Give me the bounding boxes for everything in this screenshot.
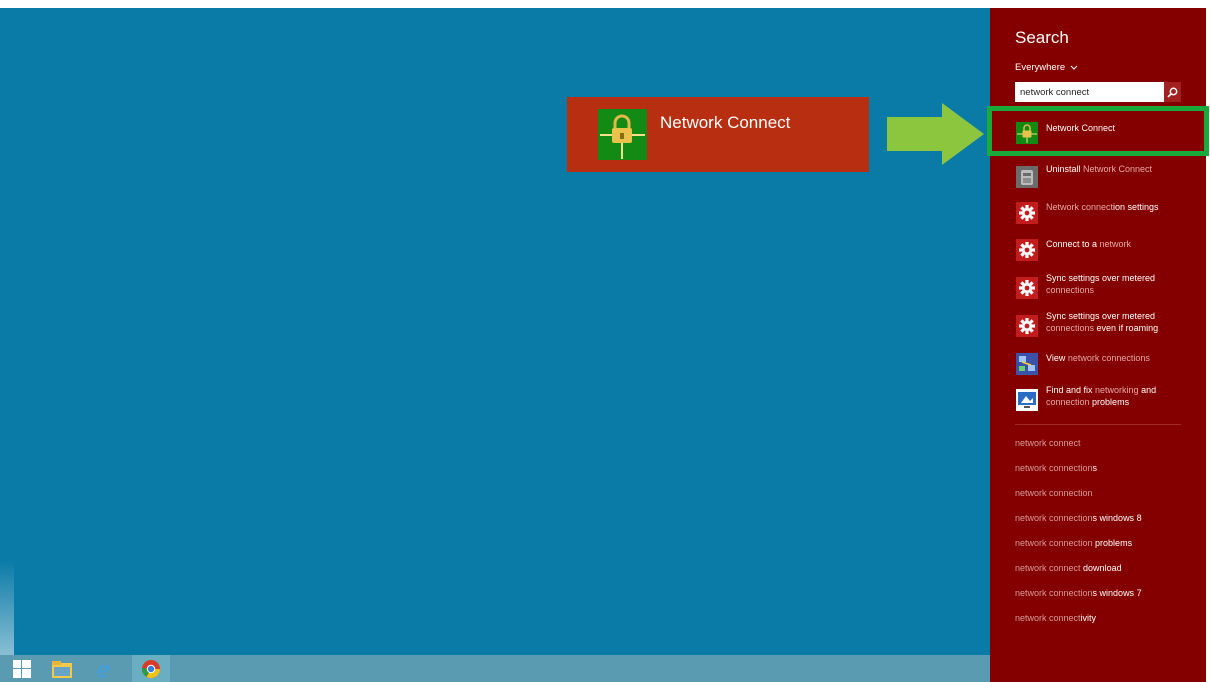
search-suggestion[interactable]: network connectivity xyxy=(1015,613,1096,623)
windows-start-icon[interactable] xyxy=(4,655,40,682)
arrow-icon xyxy=(887,103,984,165)
search-result-label: Find and fix networking and connection p… xyxy=(1046,385,1157,407)
internet-explorer-icon[interactable]: e xyxy=(88,655,124,682)
gear-icon xyxy=(1016,202,1038,224)
search-result-item[interactable]: Connect to a network xyxy=(990,232,1206,268)
panel-title: Search xyxy=(1015,28,1069,47)
network-view-icon xyxy=(1016,353,1038,375)
troubleshoot-icon xyxy=(1016,389,1038,411)
search-suggestion[interactable]: network connection xyxy=(1015,488,1093,498)
svg-text:e: e xyxy=(97,658,110,680)
search-suggestion[interactable]: network connections xyxy=(1015,463,1097,473)
search-button[interactable] xyxy=(1164,82,1181,102)
search-icon xyxy=(1167,87,1178,98)
scope-label: Everywhere xyxy=(1015,62,1066,73)
file-explorer-icon[interactable] xyxy=(44,655,80,682)
search-suggestion[interactable]: network connection problems xyxy=(1015,538,1132,548)
chevron-down-icon xyxy=(1070,65,1078,70)
taskbar: e xyxy=(0,655,990,682)
search-result-item[interactable]: Uninstall Network Connect xyxy=(990,159,1206,195)
chrome-icon[interactable] xyxy=(132,655,170,682)
network-connect-tile-callout: Network Connect xyxy=(567,97,869,172)
search-suggestion[interactable]: network connect xyxy=(1015,438,1081,448)
search-result-item[interactable]: Network connection settings xyxy=(990,195,1206,231)
search-scope-dropdown[interactable]: Everywhere xyxy=(1015,62,1078,73)
search-result-label: Uninstall Network Connect xyxy=(1046,164,1153,174)
search-result-item[interactable]: View network connections xyxy=(990,346,1206,382)
search-result-label: Connect to a network xyxy=(1046,239,1132,249)
search-result-label: View network connections xyxy=(1046,353,1150,363)
search-suggestion[interactable]: network connect download xyxy=(1015,563,1122,573)
lock-icon xyxy=(598,109,647,160)
search-result-item[interactable]: Find and fix networking and connection p… xyxy=(990,382,1206,418)
results-divider xyxy=(1015,424,1181,425)
gear-icon xyxy=(1016,277,1038,299)
search-box xyxy=(1015,82,1171,102)
desktop-edge-decoration xyxy=(0,560,14,660)
gear-icon xyxy=(1016,315,1038,337)
search-input[interactable] xyxy=(1015,82,1166,102)
search-suggestion[interactable]: network connections windows 7 xyxy=(1015,588,1142,598)
gear-icon xyxy=(1016,239,1038,261)
search-result-item[interactable]: Sync settings over metered connections xyxy=(990,270,1206,306)
tile-label: Network Connect xyxy=(660,113,791,132)
search-result-item[interactable]: Sync settings over metered connections e… xyxy=(990,308,1206,344)
uninstall-icon xyxy=(1016,166,1038,188)
result-highlight-box xyxy=(987,106,1209,156)
search-result-label: Sync settings over metered connections e… xyxy=(1046,311,1159,333)
search-result-label: Network connection settings xyxy=(1046,202,1159,212)
search-result-label: Sync settings over metered connections xyxy=(1046,273,1156,295)
search-suggestion[interactable]: network connections windows 8 xyxy=(1015,513,1142,523)
